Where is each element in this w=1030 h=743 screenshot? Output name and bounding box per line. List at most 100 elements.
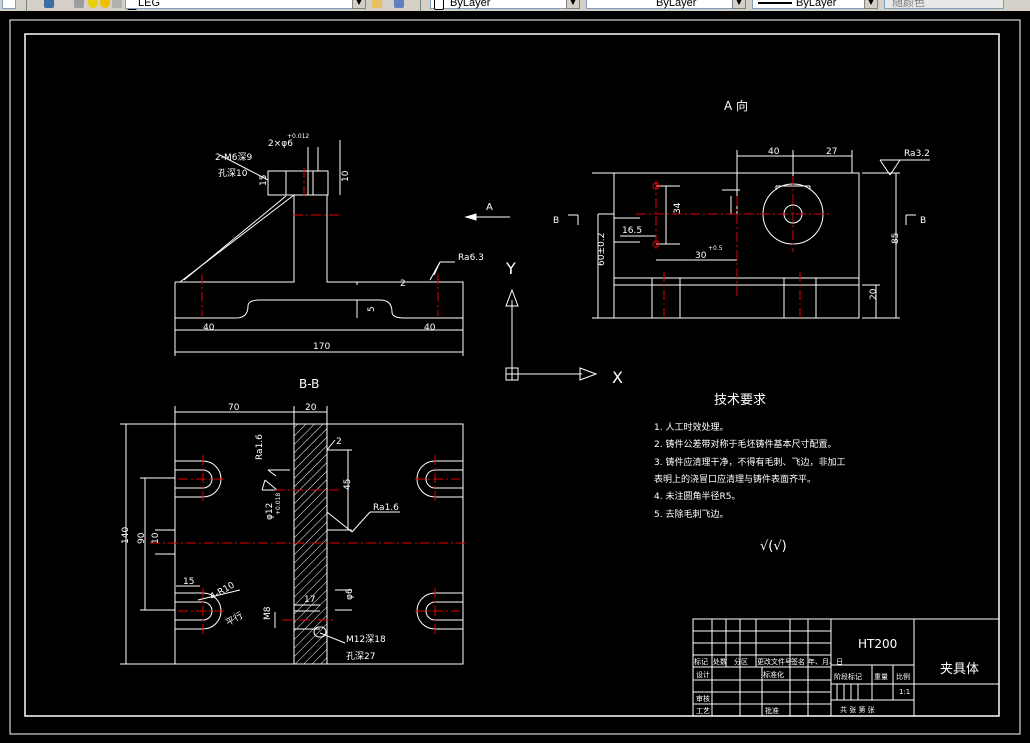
cad-model-space[interactable]: 2×φ6 +0.012 2-M6深9 孔深10 15 10 Ra6.3 40 4… [0, 11, 1030, 739]
color-swatch-icon [434, 0, 444, 10]
dim-4r10: 4-R10 [209, 580, 237, 602]
view-arrow-a [464, 213, 510, 221]
dim-17: 17 [304, 595, 315, 605]
dim-140: 140 [121, 527, 131, 544]
title-part-name: 夹具体 [940, 662, 979, 677]
dim-40: 40 [768, 147, 780, 157]
title-approve: 批准 [765, 706, 779, 715]
tech-req-title: 技术要求 [714, 393, 766, 408]
b-label-right: B [920, 216, 926, 226]
dim-16: 16.5 [622, 226, 642, 236]
dim-2: 2 [400, 279, 406, 289]
lock-icon[interactable] [112, 0, 122, 8]
toolbar-separator [26, 0, 27, 11]
dim-ra16: Ra1.6 [373, 503, 399, 513]
view-a-title: A 向 [724, 98, 748, 113]
tech-req-line-2: 2. 铸件公差带对称于毛坯铸件基本尺寸配置。 [654, 438, 836, 450]
dim-tol: +0.018 [275, 493, 282, 515]
front-view-dimensions: 2×φ6 +0.012 2-M6深9 孔深10 15 10 Ra6.3 40 4… [203, 133, 484, 352]
linetype-value: ByLayer [656, 0, 697, 9]
dim-85: 85 [891, 233, 901, 244]
layer-dropdown[interactable] [125, 0, 365, 9]
dim-phi6: φ6 [345, 588, 355, 600]
dim-2m6: 2-M6深9 [215, 152, 252, 163]
dim-170: 170 [313, 342, 330, 352]
dim-30: 30 [695, 251, 707, 261]
dim-phi12: φ12 [265, 503, 275, 520]
title-standard: 标准化 [763, 670, 784, 679]
toolbar-separator [420, 0, 421, 11]
tech-req-line-5: 4. 未注圆角半径R5。 [654, 490, 740, 502]
title-designer: 设计 [696, 670, 710, 679]
dim-20: 20 [869, 288, 879, 300]
layer-dropdown-arrow[interactable]: ▼ [352, 0, 366, 9]
title-date: 年、月、日 [808, 657, 843, 666]
surface-roughness-note: √(√) [760, 539, 787, 554]
title-review: 审核 [696, 694, 710, 703]
title-material: HT200 [858, 637, 897, 651]
dim-ra63: Ra6.3 [458, 253, 484, 263]
tech-req-line-1: 1. 人工时效处理。 [654, 421, 728, 433]
dim-m12: M12深18 [346, 634, 386, 645]
ucs-y-label: Y [505, 259, 516, 278]
lightbulb-icon[interactable] [88, 0, 98, 8]
layer-state-icon[interactable] [74, 0, 84, 8]
dim-ra16-left: Ra1.6 [255, 434, 265, 460]
view-a-dimensions: 40 27 Ra3.2 16.5 34 30 +0.5 60±0.2 85 20 [597, 147, 930, 300]
section-bb [120, 406, 464, 665]
b-label-left: B [553, 216, 559, 226]
tech-req-line-4: 表明上的浇冒口应清理与铸件表面齐平。 [654, 473, 816, 485]
title-sheets: 共 张 第 张 [840, 705, 875, 714]
title-change-doc: 更改文件号 [757, 657, 792, 666]
dim-70: 70 [228, 403, 240, 413]
title-scale: 1:1 [899, 688, 910, 696]
tech-req-line-3: 3. 铸件应清理干净，不得有毛刺、飞边，非加工 [654, 456, 845, 468]
front-view-centerlines [201, 168, 439, 316]
toolbar-button-left[interactable] [2, 0, 16, 9]
title-ratio: 比例 [896, 672, 910, 681]
lineweight-sample-line [758, 2, 792, 4]
tech-req-lines: 1. 人工时效处理。 2. 铸件公差带对称于毛坯铸件基本尺寸配置。 3. 铸件应… [654, 421, 845, 520]
dim-tol30: +0.5 [708, 245, 723, 252]
sheet-outer-border [9, 19, 1021, 735]
view-a-centerlines [636, 176, 830, 318]
tech-req-line-6: 5. 去除毛刺飞边。 [654, 508, 728, 520]
cad-drawing-canvas[interactable]: 2×φ6 +0.012 2-M6深9 孔深10 15 10 Ra6.3 40 4… [0, 11, 1030, 739]
dim-2xphi6: 2×φ6 [268, 139, 293, 149]
dim-40-left: 40 [203, 323, 215, 333]
linetype-dropdown-arrow[interactable]: ▼ [732, 0, 746, 9]
dim-60: 60±0.2 [597, 233, 607, 266]
color-dropdown-arrow[interactable]: ▼ [566, 0, 580, 9]
dim-m8: M8 [263, 606, 273, 620]
section-bb-dimensions: 70 20 140 90 10 15 4-R10 平行 2 45 Ra1.6 R… [121, 403, 399, 662]
sun-icon[interactable] [100, 0, 110, 8]
dim-27: 27 [826, 147, 837, 157]
arrow-a-label: A [486, 202, 493, 213]
dim-15: 15 [183, 577, 194, 587]
dim-5: 5 [367, 306, 377, 312]
layer-manager-icon[interactable] [44, 0, 54, 8]
layer-previous-icon[interactable] [394, 0, 404, 8]
title-weight: 重量 [874, 673, 888, 681]
title-mark: 标记 [694, 657, 708, 666]
title-count: 处数 [713, 657, 727, 666]
color-value: ByLayer [450, 0, 491, 9]
make-current-icon[interactable] [372, 0, 382, 8]
dim-34: 34 [673, 202, 683, 214]
title-block-text: HT200 夹具体 1:1 标记 处数 分区 更改文件号 签名 年、月、日 设计… [694, 637, 979, 715]
dim-45: 45 [343, 479, 353, 490]
dim-tol: +0.012 [287, 133, 309, 140]
dim-90: 90 [137, 532, 147, 544]
dim-depth: 孔深27 [346, 651, 375, 662]
title-zone: 分区 [734, 657, 748, 666]
lineweight-dropdown-arrow[interactable]: ▼ [864, 0, 878, 9]
ucs-icon [505, 288, 598, 381]
title-sign: 签名 [791, 657, 805, 666]
lineweight-value: ByLayer [796, 0, 837, 9]
view-bb-title: B-B [299, 377, 319, 391]
layer-name: LEG [138, 0, 161, 9]
dim-40-right: 40 [424, 323, 436, 333]
dim-2: 2 [336, 437, 342, 447]
dim-10: 10 [341, 170, 351, 182]
ucs-x-label: X [612, 368, 623, 387]
